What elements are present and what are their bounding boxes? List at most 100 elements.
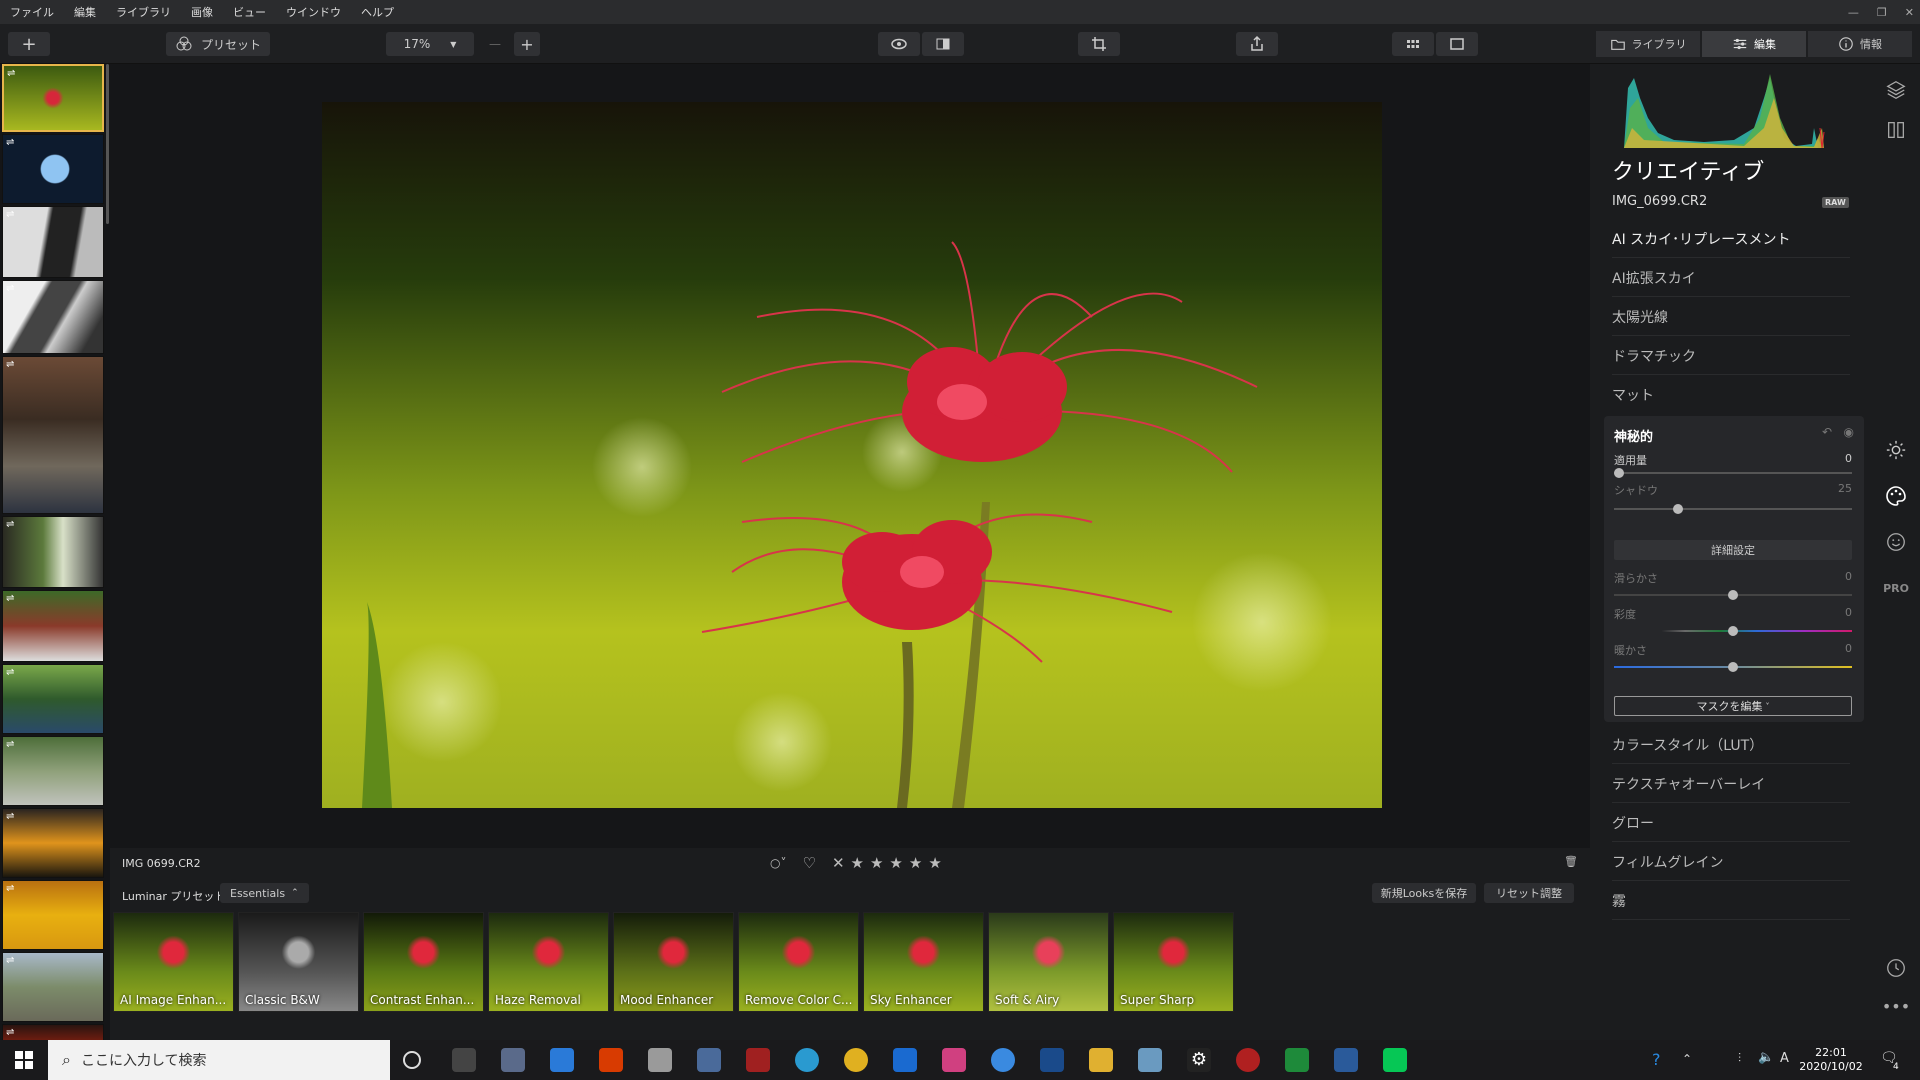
tab-library[interactable]: ライブラリ [1596, 31, 1700, 57]
zoom-dropdown[interactable]: 17% ▼ [386, 32, 474, 56]
essentials-sun-icon[interactable] [1884, 438, 1908, 462]
star-icon[interactable]: ★ [851, 854, 864, 872]
thumbnail-sunset[interactable]: ⇌ [2, 808, 104, 878]
tool-color-style-lut[interactable]: カラースタイル（LUT） [1612, 726, 1850, 764]
tool-ai-augmented-sky[interactable]: AI拡張スカイ [1612, 259, 1850, 297]
warmth-slider-handle[interactable] [1728, 662, 1738, 672]
amount-slider[interactable] [1614, 468, 1852, 478]
thumbnail-shrine[interactable]: ⇌ [2, 590, 104, 662]
chrome-app-icon[interactable] [844, 1048, 868, 1072]
store-app-icon[interactable] [501, 1048, 525, 1072]
thumbnail-car[interactable]: ⇌ [2, 206, 104, 278]
preset-remove-color-cast[interactable]: Remove Color C... [738, 912, 859, 1012]
trash-icon[interactable]: 🗑 [1564, 855, 1578, 868]
amount-slider-handle[interactable] [1614, 468, 1624, 478]
thumbnail-gate[interactable]: ⇌ [2, 516, 104, 588]
crop-button[interactable] [1078, 32, 1120, 56]
calculator-app-icon[interactable] [697, 1048, 721, 1072]
edit-mask-button[interactable]: マスクを編集 ˅ [1614, 696, 1852, 716]
luminar-app-icon[interactable] [1040, 1048, 1064, 1072]
grid-view-button[interactable] [1392, 32, 1434, 56]
smoothness-slider-handle[interactable] [1728, 590, 1738, 600]
shadow-slider-handle[interactable] [1673, 504, 1683, 514]
system-clock[interactable]: 22:01 2020/10/02 [1796, 1046, 1866, 1074]
sheets-app-icon[interactable] [1285, 1048, 1309, 1072]
preset-sky-enhancer[interactable]: Sky Enhancer [863, 912, 984, 1012]
image-viewer[interactable] [110, 64, 1590, 848]
line-app-icon[interactable] [1383, 1048, 1407, 1072]
start-button[interactable] [0, 1040, 48, 1080]
settings-gear-icon[interactable]: ⚙ [1187, 1048, 1211, 1072]
tool-ai-sky-replacement[interactable]: AI スカイ･リプレースメント [1612, 220, 1850, 258]
history-clock-icon[interactable] [1884, 956, 1908, 980]
advanced-settings-button[interactable]: 詳細設定 [1614, 540, 1852, 560]
menu-edit[interactable]: 編集 [64, 4, 106, 20]
tool-glow[interactable]: グロー [1612, 804, 1850, 842]
menu-file[interactable]: ファイル [0, 4, 64, 20]
reset-tool-icon[interactable]: ↶ [1822, 425, 1832, 439]
preset-ai-image-enhancer[interactable]: AI Image Enhan... [113, 912, 234, 1012]
thumbnail-flower[interactable]: ⇌ [2, 64, 104, 132]
favorite-heart-icon[interactable]: ♡ [802, 854, 815, 872]
compare-button[interactable] [922, 32, 964, 56]
smoothness-slider[interactable] [1614, 590, 1852, 600]
cortana-icon[interactable] [403, 1051, 421, 1069]
preset-classic-bw[interactable]: Classic B&W [238, 912, 359, 1012]
tool-dramatic[interactable]: ドラマチック [1612, 337, 1850, 375]
app-icon[interactable] [1236, 1048, 1260, 1072]
share-button[interactable] [1236, 32, 1278, 56]
thumbnail-night[interactable]: ⇌ [2, 1024, 104, 1040]
app-icon[interactable] [991, 1048, 1015, 1072]
pro-icon[interactable]: PRO [1883, 576, 1909, 600]
reset-adjustments-button[interactable]: リセット調整 [1484, 883, 1574, 903]
zoom-out-button[interactable]: — [482, 32, 508, 56]
preview-toggle-button[interactable] [878, 32, 920, 56]
app-icon[interactable] [1138, 1048, 1162, 1072]
saturation-slider-handle[interactable] [1728, 626, 1738, 636]
app-icon[interactable] [746, 1048, 770, 1072]
tool-film-grain[interactable]: フィルムグレイン [1612, 843, 1850, 881]
star-icon[interactable]: ★ [889, 854, 902, 872]
thumbnail-forest[interactable]: ⇌ [2, 664, 104, 734]
thumbnail-field[interactable]: ⇌ [2, 880, 104, 950]
thumbnail-shop[interactable]: ⇌ [2, 356, 104, 514]
star-icon[interactable]: ★ [870, 854, 883, 872]
edge-app-icon[interactable] [795, 1048, 819, 1072]
warmth-slider[interactable] [1614, 662, 1852, 672]
tool-matte[interactable]: マット [1612, 376, 1850, 414]
star-icon[interactable]: ★ [909, 854, 922, 872]
task-view-icon[interactable] [452, 1048, 476, 1072]
visibility-eye-icon[interactable]: ◉ [1844, 425, 1854, 439]
minimize-icon[interactable]: — [1848, 6, 1859, 19]
preset-soft-airy[interactable]: Soft & Airy [988, 912, 1109, 1012]
chevron-up-icon[interactable]: ⌃ [1682, 1052, 1692, 1066]
menu-image[interactable]: 画像 [181, 4, 223, 20]
thumbnail-moon[interactable]: ⇌ [2, 134, 104, 204]
preset-haze-removal[interactable]: Haze Removal [488, 912, 609, 1012]
filmstrip-scrollbar[interactable] [106, 64, 109, 224]
file-explorer-icon[interactable] [1089, 1048, 1113, 1072]
shadow-slider[interactable] [1614, 504, 1852, 514]
star-icon[interactable]: ★ [928, 854, 941, 872]
main-photo[interactable] [322, 102, 1382, 808]
menu-help[interactable]: ヘルプ [351, 4, 404, 20]
app-icon[interactable] [648, 1048, 672, 1072]
menu-view[interactable]: ビュー [223, 4, 276, 20]
app-icon[interactable] [942, 1048, 966, 1072]
layers-icon[interactable] [1884, 78, 1908, 102]
volume-icon[interactable]: 🔈 [1758, 1050, 1774, 1065]
zoom-in-button[interactable]: + [514, 32, 540, 56]
tab-edit[interactable]: 編集 [1702, 31, 1806, 57]
reject-icon[interactable]: ✕ [832, 854, 845, 872]
tool-fog[interactable]: 霧 [1612, 882, 1850, 920]
portrait-face-icon[interactable] [1884, 530, 1908, 554]
mail-app-icon[interactable] [550, 1048, 574, 1072]
taskbar-search[interactable]: ⌕ ここに入力して検索 [48, 1040, 390, 1080]
tool-texture-overlay[interactable]: テクスチャオーバーレイ [1612, 765, 1850, 803]
photos-app-icon[interactable] [1334, 1048, 1358, 1072]
thumbnail-path[interactable]: ⇌ [2, 736, 104, 806]
canvas-icon[interactable] [1884, 118, 1908, 142]
help-icon[interactable]: ? [1652, 1050, 1661, 1069]
thumbnail-cat[interactable]: ⇌ [2, 952, 104, 1022]
saturation-slider[interactable] [1614, 626, 1852, 636]
